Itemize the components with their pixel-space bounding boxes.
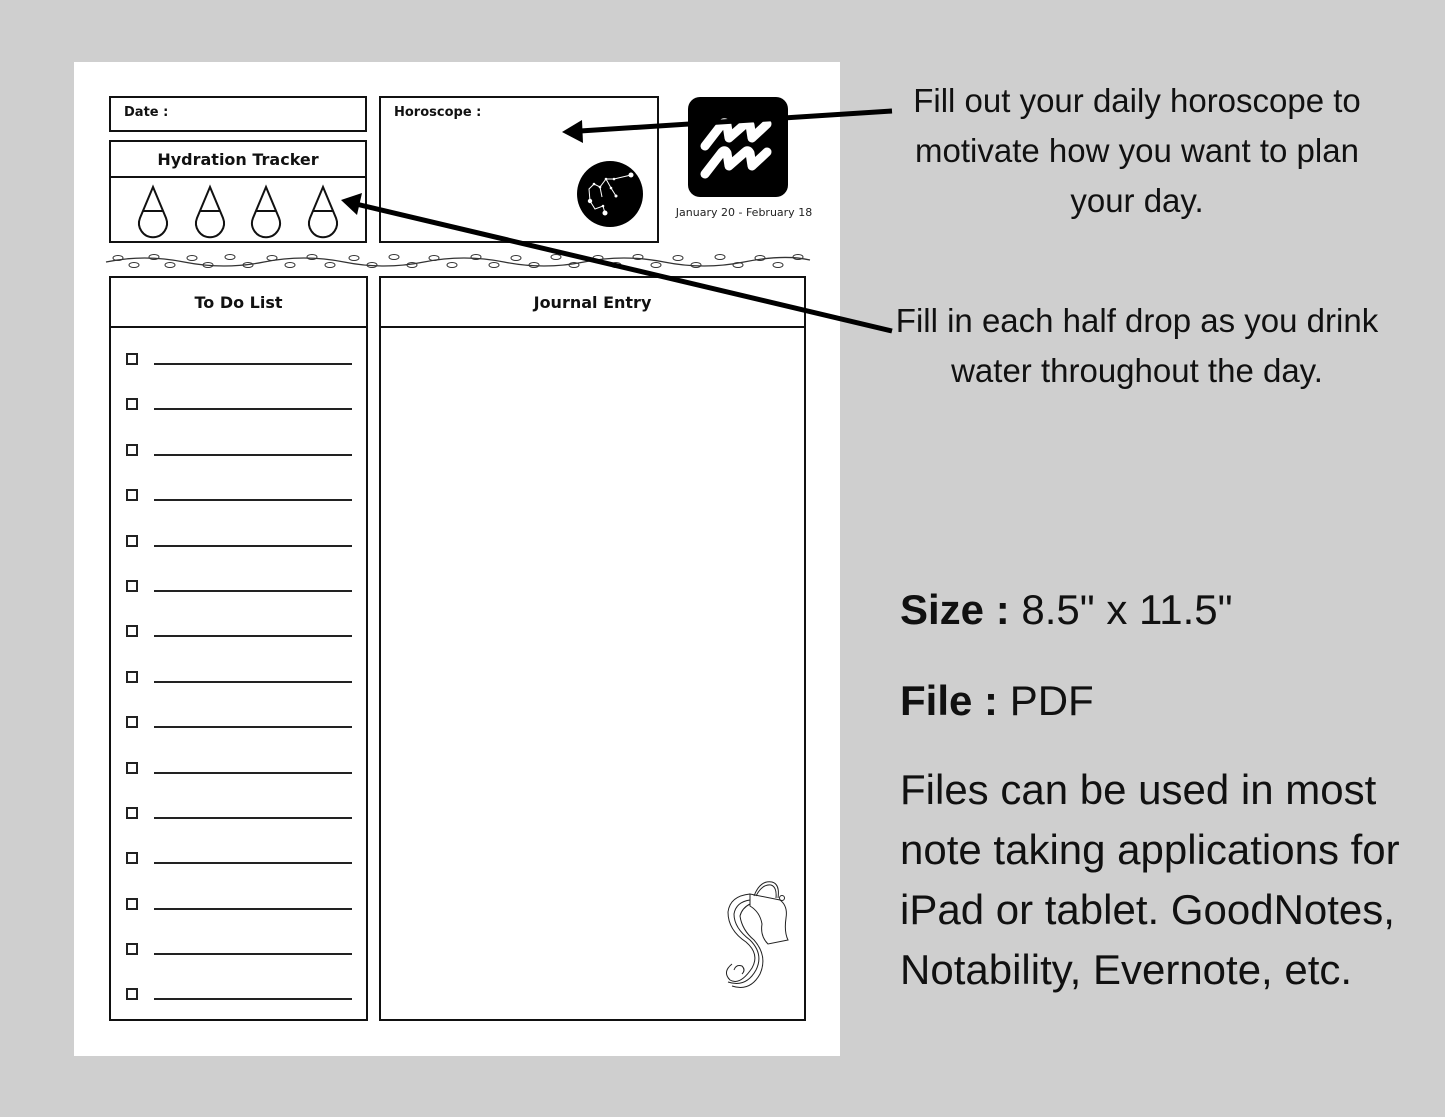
size-value: 8.5" x 11.5" (1021, 586, 1233, 633)
horoscope-arrow (562, 108, 893, 143)
size-info: Size : 8.5" x 11.5" (900, 586, 1233, 634)
file-value: PDF (1009, 677, 1094, 724)
horoscope-note: Fill out your daily horoscope to motivat… (913, 82, 1361, 219)
file-info: File : PDF (900, 677, 1094, 725)
size-label: Size : (900, 586, 1010, 633)
hydration-arrow (341, 193, 893, 334)
product-description: Files can be used in most note taking ap… (900, 766, 1400, 993)
hydration-note: Fill in each half drop as you drink wate… (895, 302, 1379, 389)
file-label: File : (900, 677, 999, 724)
